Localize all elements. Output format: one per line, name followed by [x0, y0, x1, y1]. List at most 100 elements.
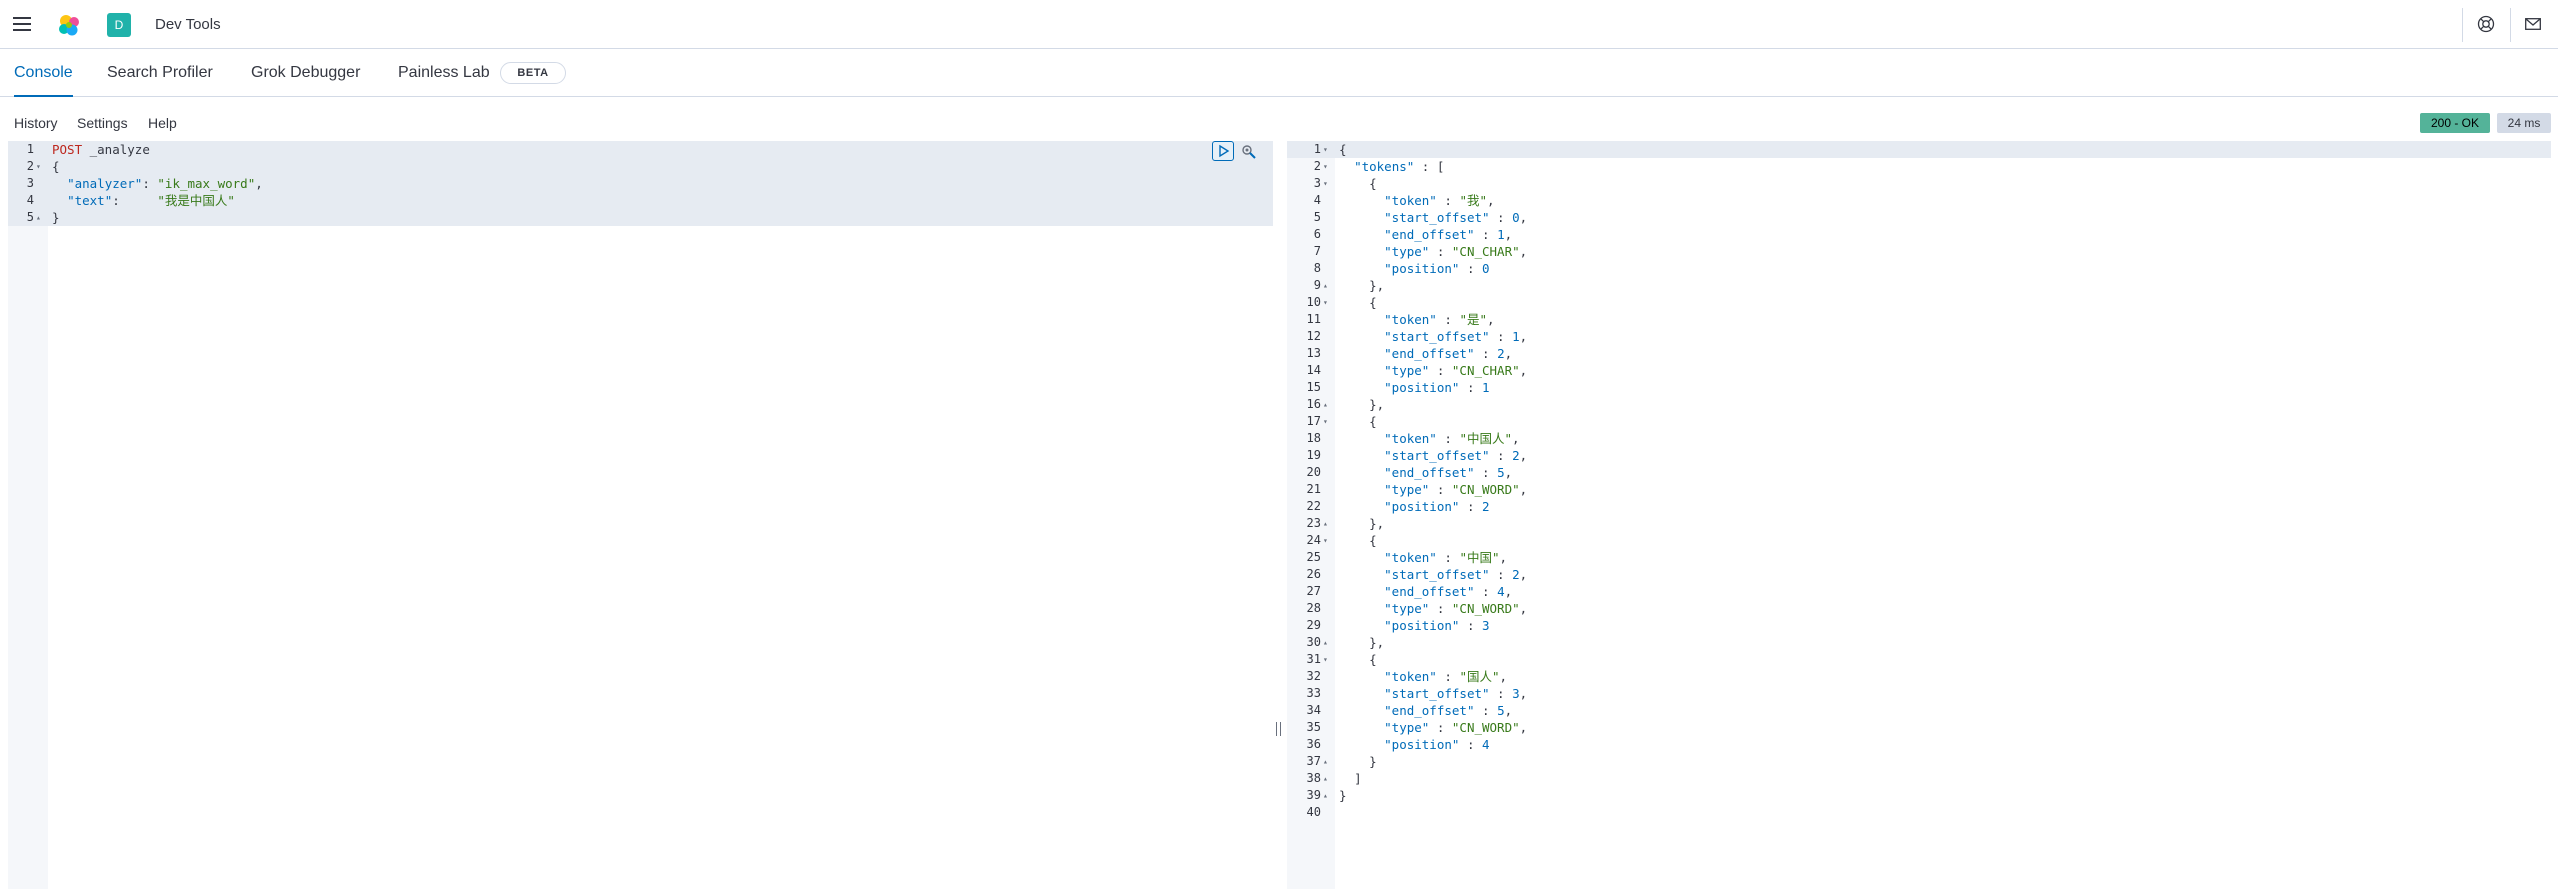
code-line: 3 ▾ { [1287, 175, 2551, 192]
code-text: "tokens" : [ [1354, 159, 1445, 174]
pane-resize-handle[interactable] [1276, 722, 1281, 736]
fold-toggle-icon[interactable]: ▴ [1323, 396, 2558, 413]
code-line: 22 "position" : 2 [1287, 498, 2551, 515]
tab-painless-lab[interactable]: Painless Lab [398, 50, 490, 97]
code-line: 14 "type" : "CN_CHAR", [1287, 362, 2551, 379]
request-code[interactable]: 1 POST _analyze 2 ▾{3 "analyzer": "ik_max_w… [8, 141, 1273, 226]
help-link[interactable]: Help [148, 115, 177, 131]
code-text: }, [1369, 397, 1385, 412]
line-number: 35 [1306, 720, 1321, 734]
code-text: "position" : 1 [1384, 380, 1490, 395]
tab-console[interactable]: Console [14, 50, 73, 97]
line-number: 29 [1306, 618, 1321, 632]
code-line: 4 "token" : "我", [1287, 192, 2551, 209]
wrench-icon[interactable] [1240, 143, 1258, 161]
fold-toggle-icon[interactable]: ▾ [1323, 294, 2558, 311]
line-number: 27 [1306, 584, 1321, 598]
code-text: { [52, 159, 60, 174]
code-line: 1 POST _analyze [8, 141, 1273, 158]
line-number: 13 [1306, 346, 1321, 360]
code-line: 10 ▾ { [1287, 294, 2551, 311]
dev-tools-tabs: Console Search Profiler Grok Debugger Pa… [0, 50, 2558, 97]
mail-icon[interactable] [2525, 18, 2541, 30]
send-request-button[interactable] [1212, 141, 1234, 161]
fold-toggle-icon[interactable]: ▾ [36, 158, 1283, 175]
settings-link[interactable]: Settings [77, 115, 128, 131]
code-line: 38 ▴ ] [1287, 770, 2551, 787]
tab-search-profiler[interactable]: Search Profiler [107, 50, 213, 97]
code-line: 33 "start_offset" : 3, [1287, 685, 2551, 702]
fold-toggle-icon[interactable]: ▴ [1323, 515, 2558, 532]
fold-toggle-icon[interactable]: ▾ [1323, 532, 2558, 549]
code-line: 40 [1287, 804, 2551, 821]
fold-toggle-icon[interactable]: ▾ [1323, 413, 2558, 430]
response-viewer[interactable]: 1 ▾{2 ▾ "tokens" : [3 ▾ {4 "token" : "我", 5 … [1287, 141, 2551, 889]
tab-grok-debugger[interactable]: Grok Debugger [251, 50, 360, 97]
line-number: 37 [1306, 754, 1321, 768]
line-number: 19 [1306, 448, 1321, 462]
code-line: 35 "type" : "CN_WORD", [1287, 719, 2551, 736]
status-badge: 200 - OK [2420, 113, 2490, 133]
fold-toggle-icon[interactable]: ▴ [1323, 277, 2558, 294]
line-number: 33 [1306, 686, 1321, 700]
code-text: POST _analyze [52, 142, 150, 157]
code-text: "position" : 2 [1384, 499, 1490, 514]
fold-toggle-icon[interactable]: ▴ [1323, 634, 2558, 651]
code-line: 5 ▴} [8, 209, 1273, 226]
line-number: 38 [1306, 771, 1321, 785]
play-icon [1219, 144, 1230, 158]
code-text: } [1369, 754, 1377, 769]
code-line: 2 ▾{ [8, 158, 1273, 175]
code-line: 13 "end_offset" : 2, [1287, 345, 2551, 362]
fold-toggle-icon[interactable]: ▴ [36, 209, 1283, 226]
code-line: 23 ▴ }, [1287, 515, 2551, 532]
line-number: 1 [26, 142, 34, 156]
code-line: 5 "start_offset" : 0, [1287, 209, 2551, 226]
line-number: 4 [1313, 193, 1321, 207]
code-line: 4 "text": "我是中国人" [8, 192, 1273, 209]
code-text: }, [1369, 635, 1385, 650]
line-number: 22 [1306, 499, 1321, 513]
line-number: 32 [1306, 669, 1321, 683]
code-line: 31 ▾ { [1287, 651, 2551, 668]
line-number: 20 [1306, 465, 1321, 479]
help-icon[interactable] [2477, 15, 2495, 33]
menu-icon[interactable] [13, 17, 31, 31]
code-line: 19 "start_offset" : 2, [1287, 447, 2551, 464]
code-text: { [1369, 533, 1377, 548]
fold-toggle-icon[interactable]: ▾ [1323, 175, 2558, 192]
code-line: 30 ▴ }, [1287, 634, 2551, 651]
fold-toggle-icon[interactable]: ▾ [1323, 158, 2558, 175]
line-number: 17 [1306, 414, 1321, 428]
code-text: "token" : "中国人", [1384, 431, 1520, 446]
code-text: "token" : "是", [1384, 312, 1495, 327]
line-number: 10 [1306, 295, 1321, 309]
code-text: "type" : "CN_WORD", [1384, 601, 1528, 616]
code-line: 9 ▴ }, [1287, 277, 2551, 294]
request-editor[interactable]: 1 POST _analyze 2 ▾{3 "analyzer": "ik_max_w… [8, 141, 1273, 889]
code-line: 29 "position" : 3 [1287, 617, 2551, 634]
code-line: 39 ▴} [1287, 787, 2551, 804]
fold-toggle-icon[interactable]: ▾ [1323, 141, 2558, 158]
line-number: 3 [1313, 176, 1321, 190]
line-number: 4 [26, 193, 34, 207]
history-link[interactable]: History [14, 115, 58, 131]
breadcrumb-app-title: Dev Tools [155, 16, 221, 33]
code-text: "type" : "CN_CHAR", [1384, 363, 1528, 378]
space-avatar[interactable]: D [107, 13, 131, 37]
code-line: 2 ▾ "tokens" : [ [1287, 158, 2551, 175]
elastic-logo[interactable] [57, 13, 81, 37]
line-number: 15 [1306, 380, 1321, 394]
code-line: 8 "position" : 0 [1287, 260, 2551, 277]
code-text: "position" : 0 [1384, 261, 1490, 276]
code-text: "type" : "CN_CHAR", [1384, 244, 1528, 259]
code-line: 15 "position" : 1 [1287, 379, 2551, 396]
fold-toggle-icon[interactable]: ▴ [1323, 770, 2558, 787]
code-text: "end_offset" : 1, [1384, 227, 1513, 242]
line-number: 30 [1306, 635, 1321, 649]
line-number: 8 [1313, 261, 1321, 275]
response-code: 1 ▾{2 ▾ "tokens" : [3 ▾ {4 "token" : "我", 5 … [1287, 141, 2551, 821]
fold-toggle-icon[interactable]: ▴ [1323, 753, 2558, 770]
fold-toggle-icon[interactable]: ▴ [1323, 787, 2558, 804]
fold-toggle-icon[interactable]: ▾ [1323, 651, 2558, 668]
